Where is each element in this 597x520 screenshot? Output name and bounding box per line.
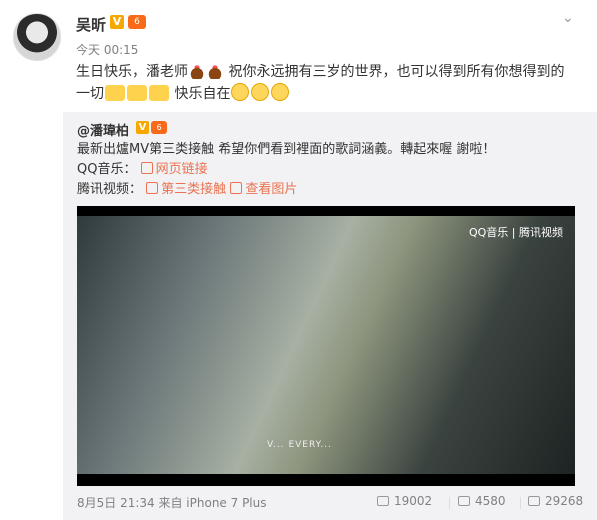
- comment-count-value: 4580: [475, 494, 506, 508]
- qq-music-label: QQ音乐：: [77, 162, 137, 177]
- video-caption: V... EVERY...: [267, 440, 332, 450]
- cake-emoji-icon: [189, 63, 205, 79]
- video-frame: [77, 216, 575, 474]
- post-time[interactable]: 今天 00:15: [76, 41, 138, 58]
- vip-badge-icon[interactable]: 6: [128, 15, 146, 29]
- verified-icon: V: [110, 15, 124, 29]
- comment-count[interactable]: 4580: [458, 494, 506, 508]
- comment-icon: [458, 496, 470, 506]
- repost-count[interactable]: 19002: [377, 494, 432, 508]
- stat-divider: [520, 497, 521, 509]
- repost-count-value: 19002: [394, 494, 433, 508]
- post-text: 生日快乐，潘老师 祝你永远拥有三岁的世界，也可以得到所有你想得到的 一切 快乐自…: [76, 61, 586, 105]
- vip-badge-icon[interactable]: 6: [151, 121, 167, 134]
- like-count[interactable]: 29268: [528, 494, 583, 508]
- cat-emoji-icon: [271, 83, 290, 101]
- image-icon: [230, 182, 243, 194]
- mj-emoji-icon: [149, 85, 169, 101]
- cake-emoji-icon: [207, 63, 223, 79]
- post-text-part2: 祝你永远拥有三岁的世界，也可以得到所有你想得到的: [228, 64, 565, 80]
- mj-emoji-icon: [127, 85, 147, 101]
- qq-music-row: QQ音乐： 网页链接: [77, 160, 208, 180]
- link-icon: [146, 182, 159, 194]
- video-thumbnail[interactable]: QQ音乐 | 腾讯视频 V... EVERY...: [77, 206, 575, 486]
- mj-emoji-icon: [105, 85, 125, 101]
- repost-text: 最新出爐MV第三类接触 希望你們看到裡面的歌詞涵義。轉起來喔 謝啦！: [77, 142, 496, 157]
- repost-username[interactable]: @潘瑋柏: [77, 120, 129, 139]
- like-icon: [528, 496, 540, 506]
- avatar[interactable]: [13, 13, 61, 61]
- view-image-label: 查看图片: [245, 182, 298, 197]
- post-text-part1: 生日快乐，潘老师: [76, 64, 188, 80]
- repost-footer-time[interactable]: 8月5日 21:34 来自 iPhone 7 Plus: [77, 494, 267, 511]
- post-text-part3: 一切: [76, 86, 104, 102]
- video-link[interactable]: 第三类接触: [146, 182, 226, 197]
- link-icon: [140, 162, 153, 174]
- cat-emoji-icon: [251, 83, 270, 101]
- tencent-video-label: 腾讯视频：: [77, 182, 143, 197]
- like-count-value: 29268: [545, 494, 584, 508]
- post-username[interactable]: 吴昕: [76, 14, 106, 35]
- repost-icon: [377, 496, 389, 506]
- video-link-label: 第三类接触: [161, 182, 227, 197]
- view-image-link[interactable]: 查看图片: [230, 182, 297, 197]
- tencent-video-row: 腾讯视频： 第三类接触 查看图片: [77, 180, 297, 200]
- weibo-post-card: 吴昕 V 6 ⌄ 今天 00:15 生日快乐，潘老师 祝你永远拥有三岁的世界，也…: [0, 0, 597, 520]
- video-watermark: QQ音乐 | 腾讯视频: [468, 226, 563, 239]
- chevron-down-icon[interactable]: ⌄: [562, 10, 574, 26]
- cat-emoji-icon: [231, 83, 250, 101]
- post-text-part4: 快乐自在: [174, 86, 231, 102]
- stat-divider: [449, 497, 450, 509]
- verified-icon: V: [136, 121, 149, 134]
- web-link-label: 网页链接: [155, 162, 208, 177]
- web-link[interactable]: 网页链接: [140, 162, 208, 177]
